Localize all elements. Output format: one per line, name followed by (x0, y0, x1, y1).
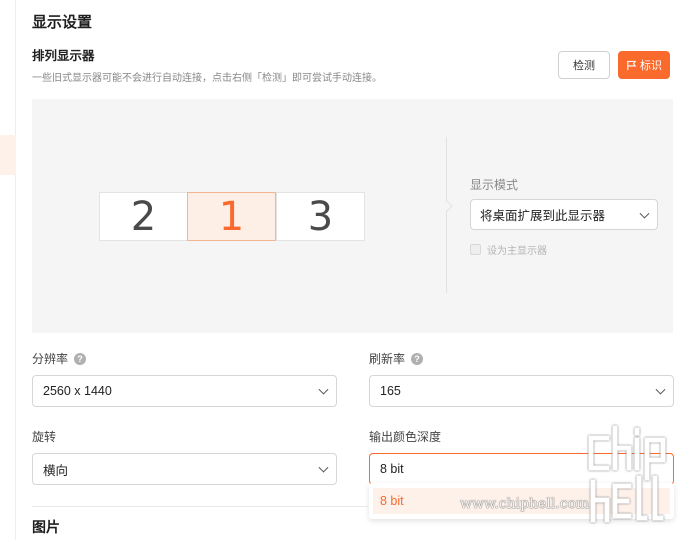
chevron-down-icon (318, 384, 329, 395)
panel-divider (446, 137, 447, 293)
help-icon[interactable]: ? (411, 352, 424, 365)
resolution-label: 分辨率 (32, 352, 69, 366)
primary-display-checkbox[interactable] (470, 244, 481, 255)
detect-button-label: 检测 (573, 60, 595, 72)
arrange-title: 排列显示器 (32, 49, 95, 63)
refresh-rate-label: 刷新率 (369, 352, 406, 366)
rotation-select[interactable]: 横向 (32, 453, 337, 485)
refresh-rate-value: 165 (380, 384, 401, 398)
flag-icon (627, 60, 637, 70)
rotation-label: 旋转 (32, 430, 57, 444)
section-divider (32, 506, 368, 507)
color-depth-label-row: 输出颜色深度 (369, 428, 441, 445)
arrange-description: 一些旧式显示器可能不会进行自动连接，点击右侧「检测」即可尝试手动连接。 (32, 73, 382, 84)
page-title: 显示设置 (32, 14, 93, 31)
resolution-label-row: 分辨率 ? (32, 350, 87, 367)
left-nav-strip (0, 0, 16, 540)
monitor-number: 2 (130, 193, 157, 240)
help-icon[interactable]: ? (74, 352, 87, 365)
refresh-rate-label-row: 刷新率 ? (369, 350, 424, 367)
display-mode-select[interactable]: 将桌面扩展到此显示器 (470, 199, 658, 230)
monitor-tile-2[interactable]: 2 (99, 192, 188, 241)
monitor-tile-3[interactable]: 3 (276, 192, 365, 241)
chiphell-logo-icon (588, 425, 666, 523)
color-depth-value: 8 bit (380, 462, 404, 476)
color-depth-option-label: 8 bit (380, 494, 404, 508)
picture-section-title: 图片 (32, 519, 60, 535)
chevron-down-icon (318, 462, 329, 473)
panel-divider-notch (441, 200, 453, 212)
chevron-down-icon (639, 208, 650, 219)
primary-display-label: 设为主显示器 (487, 246, 547, 257)
detect-button[interactable]: 检测 (558, 51, 610, 79)
color-depth-label: 输出颜色深度 (369, 430, 442, 444)
resolution-select[interactable]: 2560 x 1440 (32, 375, 337, 407)
rotation-value: 横向 (43, 463, 69, 478)
left-nav-selected-marker (0, 135, 16, 175)
primary-display-row: 设为主显示器 (470, 242, 547, 257)
monitor-number: 3 (307, 193, 334, 240)
monitor-tile-1[interactable]: 1 (187, 192, 276, 241)
identify-button-label: 标识 (640, 60, 662, 72)
refresh-rate-select[interactable]: 165 (369, 375, 674, 407)
chevron-down-icon (655, 384, 666, 395)
watermark-text: www.chiphell.com (460, 496, 590, 512)
monitor-arrangement-area: 2 1 3 显示模式 将桌面扩展到此显示器 设为主显示器 (32, 99, 673, 333)
monitor-number: 1 (218, 193, 245, 240)
identify-button[interactable]: 标识 (618, 51, 670, 79)
rotation-label-row: 旋转 (32, 428, 56, 445)
resolution-value: 2560 x 1440 (43, 384, 112, 398)
display-mode-value: 将桌面扩展到此显示器 (480, 209, 606, 223)
display-mode-label: 显示模式 (470, 178, 519, 192)
